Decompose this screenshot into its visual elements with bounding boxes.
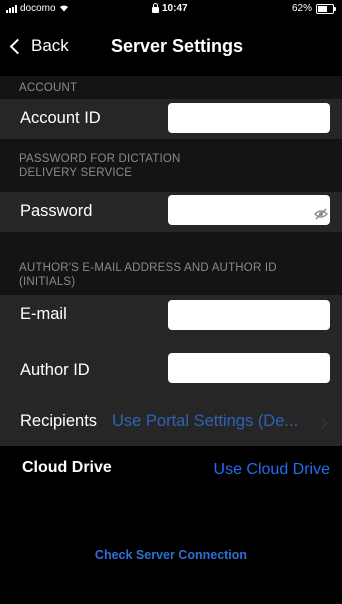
recipients-value: Use Portal Settings (De... — [112, 412, 299, 430]
check-server-connection-button[interactable]: Check Server Connection — [0, 548, 342, 562]
signal-bars-icon — [6, 4, 17, 13]
orientation-lock-icon — [152, 3, 159, 13]
status-bar-left: docomo — [6, 3, 69, 14]
carrier-name: docomo — [20, 3, 56, 14]
battery-icon — [316, 3, 336, 14]
section-header-author: AUTHOR'S E-MAIL ADDRESS AND AUTHOR ID (I… — [0, 232, 342, 295]
recipients-label: Recipients — [20, 412, 98, 430]
password-row: Password — [0, 192, 342, 232]
author-header-line1: AUTHOR'S E-MAIL ADDRESS AND AUTHOR ID — [19, 262, 277, 274]
author-header-line2: (INITIALS) — [19, 276, 76, 288]
page-title: Server Settings — [111, 36, 244, 56]
status-bar: docomo 10:47 62% — [0, 0, 342, 18]
author-id-label: Author ID — [20, 361, 90, 379]
password-label: Password — [20, 202, 93, 220]
author-id-row: Author ID — [0, 343, 342, 390]
author-id-field[interactable] — [168, 353, 330, 383]
email-field[interactable] — [168, 300, 330, 330]
status-time: 10:47 — [162, 3, 188, 14]
chevron-left-icon — [9, 38, 26, 55]
email-row: E-mail — [0, 295, 342, 343]
recipients-row[interactable]: Recipients Use Portal Settings (De... — [0, 390, 342, 446]
cloud-drive-label: Cloud Drive — [22, 459, 112, 476]
use-cloud-drive-link[interactable]: Use Cloud Drive — [214, 461, 330, 479]
account-id-row: Account ID — [0, 99, 342, 139]
password-field[interactable] — [168, 195, 330, 225]
password-header-line2: DELIVERY SERVICE — [19, 167, 133, 179]
section-header-password: PASSWORD FOR DICTATION DELIVERY SERVICE — [0, 139, 342, 192]
eye-slash-icon[interactable] — [314, 207, 328, 221]
wifi-icon — [59, 4, 69, 14]
battery-percent: 62% — [291, 3, 312, 14]
password-header-line1: PASSWORD FOR DICTATION — [19, 153, 181, 165]
chevron-right-icon — [317, 418, 328, 429]
status-bar-right: 62% — [291, 3, 336, 14]
section-header-account: ACCOUNT — [0, 76, 342, 99]
account-id-field[interactable] — [168, 103, 330, 133]
back-button-label: Back — [31, 36, 69, 55]
account-header-text: ACCOUNT — [19, 82, 78, 94]
account-id-label: Account ID — [20, 109, 101, 127]
email-label: E-mail — [20, 305, 67, 323]
back-button[interactable]: Back — [9, 36, 69, 56]
status-bar-center: 10:47 — [152, 3, 188, 14]
navigation-bar: Back Server Settings — [0, 30, 342, 62]
